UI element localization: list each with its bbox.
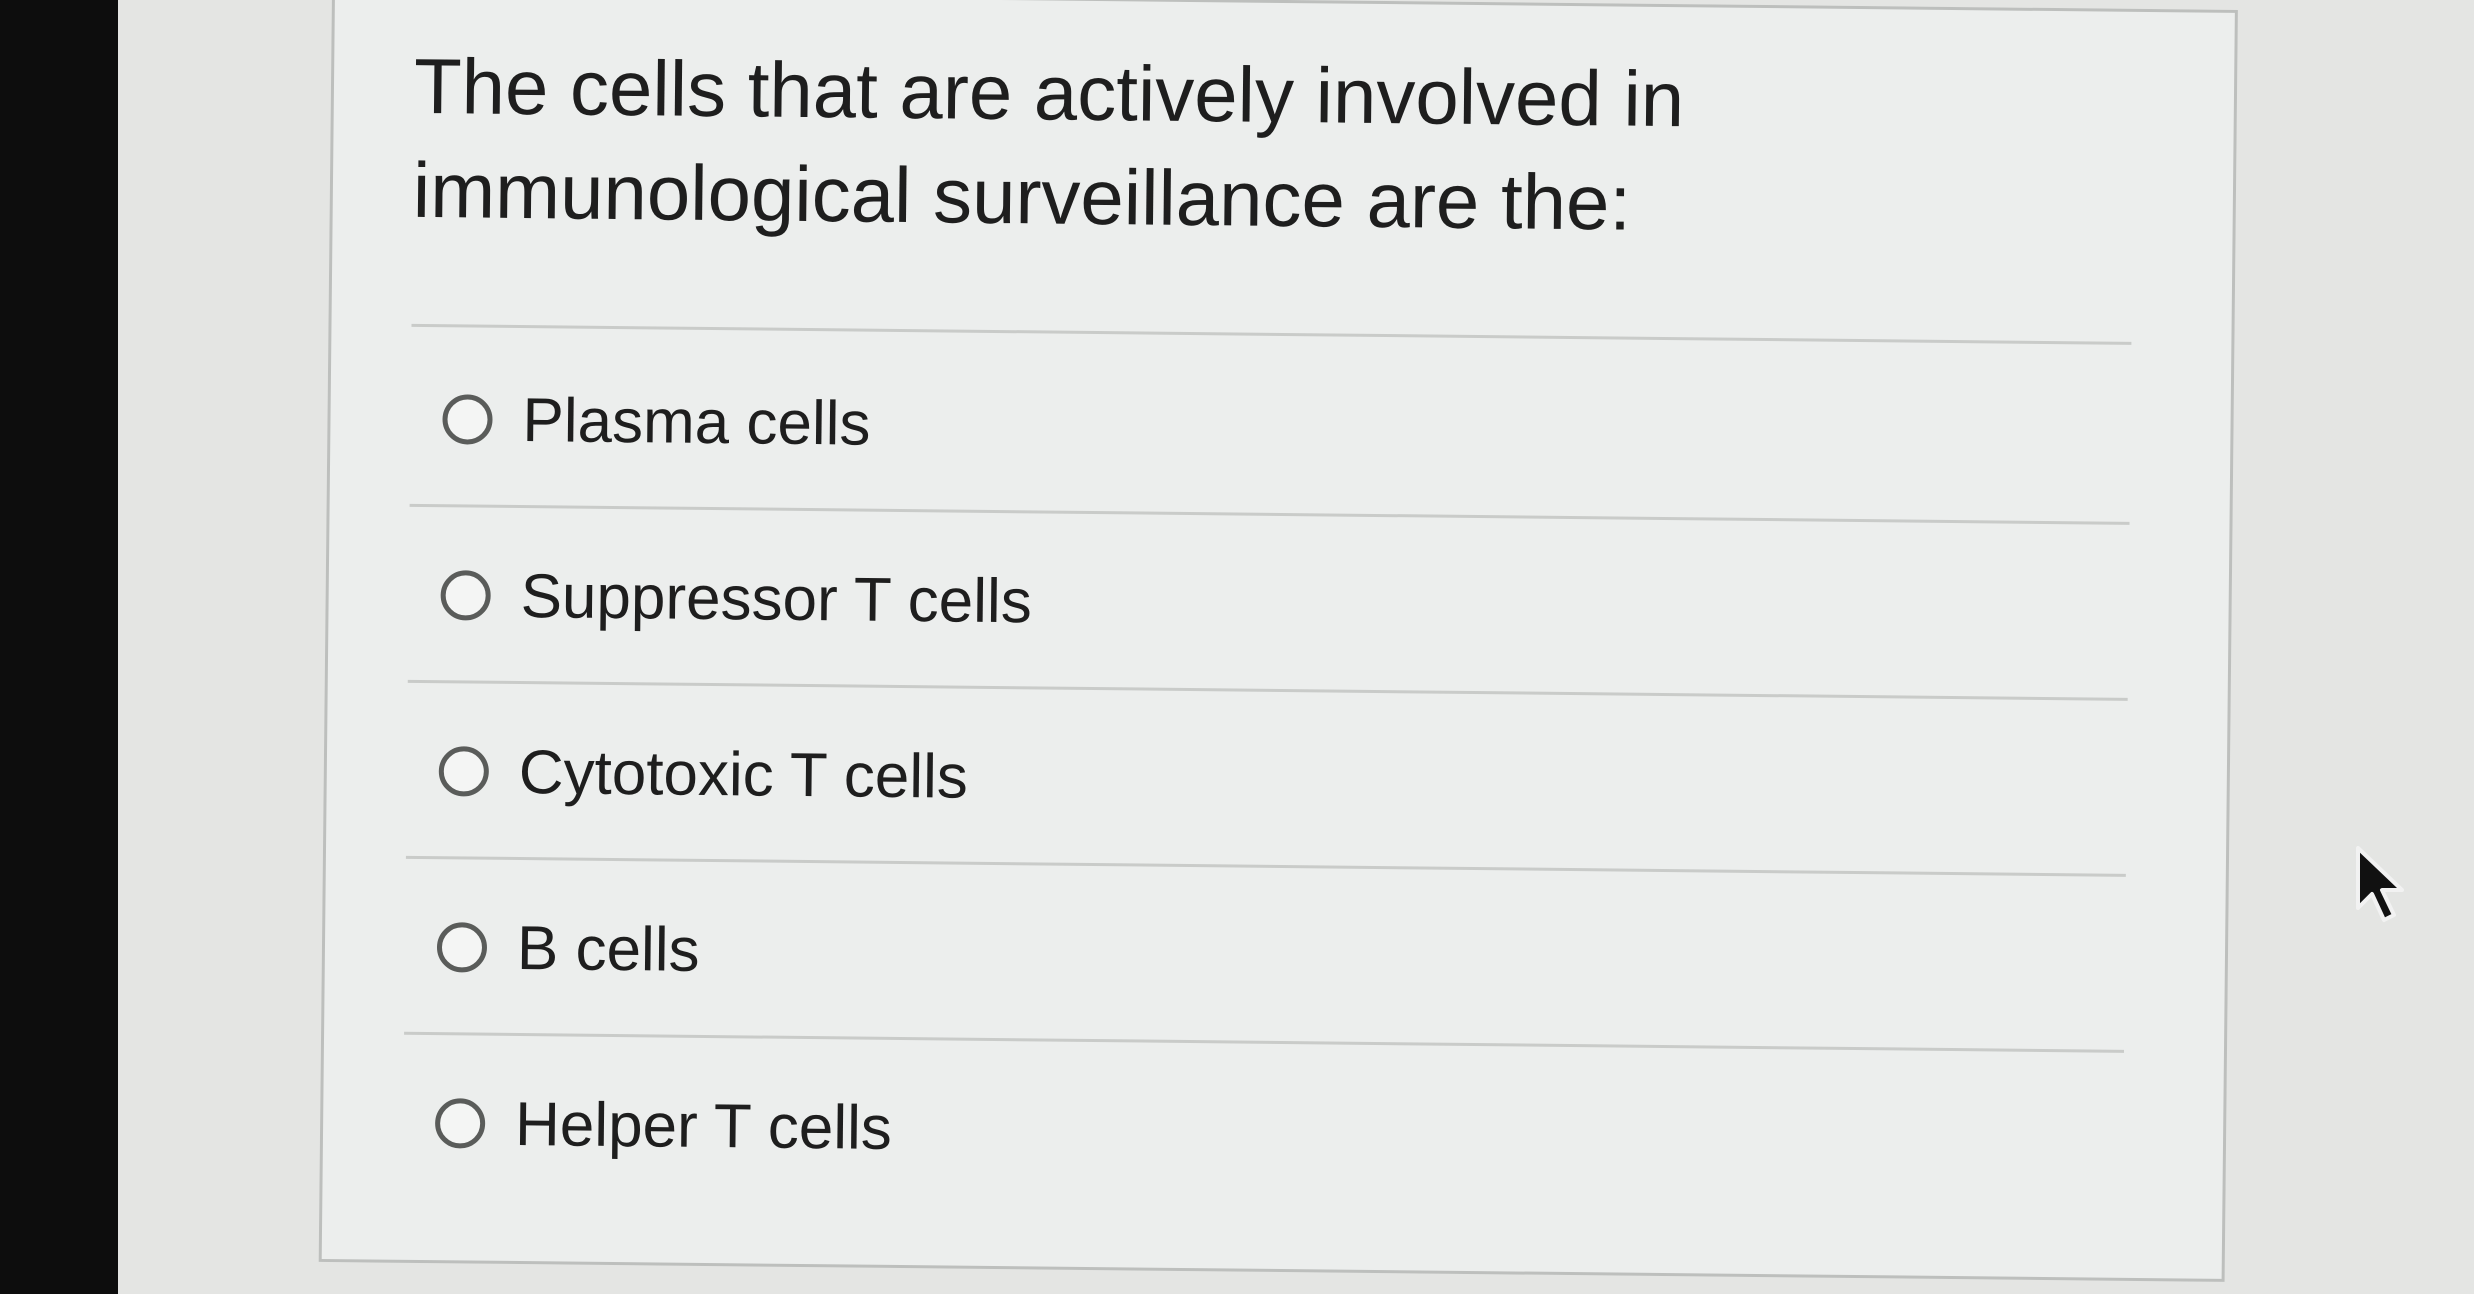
option-label: B cells <box>516 913 700 985</box>
mouse-pointer-icon <box>2356 846 2404 922</box>
option-helper-t-cells[interactable]: Helper T cells <box>402 1038 2124 1226</box>
option-label: Helper T cells <box>514 1089 893 1163</box>
option-label: Cytotoxic T cells <box>518 737 969 812</box>
option-cytotoxic-t-cells[interactable]: Cytotoxic T cells <box>406 686 2128 874</box>
option-label: Plasma cells <box>522 385 871 459</box>
radio-button[interactable] <box>442 394 493 445</box>
radio-button[interactable] <box>440 570 491 621</box>
radio-button[interactable] <box>434 1098 486 1149</box>
radio-button[interactable] <box>436 922 488 973</box>
question-text: The cells that are actively involved in … <box>412 41 1685 247</box>
radio-button[interactable] <box>438 746 490 797</box>
option-plasma-cells[interactable]: Plasma cells <box>410 334 2132 522</box>
answer-options: Plasma cells Suppressor T cells Cytotoxi… <box>411 334 2131 1162</box>
option-b-cells[interactable]: B cells <box>404 862 2126 1050</box>
option-suppressor-t-cells[interactable]: Suppressor T cells <box>408 510 2130 698</box>
option-label: Suppressor T cells <box>520 561 1033 636</box>
screen: The cells that are actively involved in … <box>118 0 2474 1294</box>
question-card: The cells that are actively involved in … <box>318 0 2238 1282</box>
